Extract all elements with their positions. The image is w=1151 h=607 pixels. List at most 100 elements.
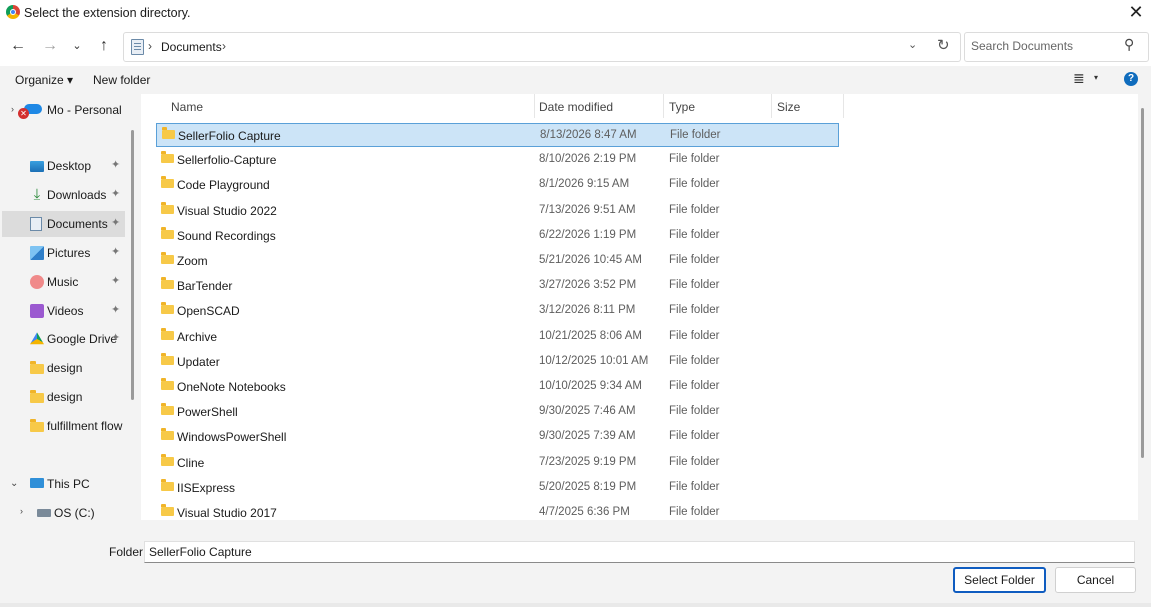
- file-row[interactable]: Sellerfolio-Capture 8/10/2026 2:19 PM File…: [156, 148, 839, 172]
- address-bar[interactable]: › Documents › ⌄ ↻: [123, 32, 961, 62]
- file-date-modified: 9/30/2025 7:46 AM: [539, 405, 636, 418]
- file-name: BarTender: [177, 279, 233, 294]
- window-title: Select the extension directory.: [24, 6, 191, 20]
- file-type: File folder: [669, 405, 720, 418]
- view-dropdown-icon[interactable]: ▾: [1094, 73, 1098, 82]
- column-divider[interactable]: [843, 94, 844, 118]
- folder-icon: [161, 352, 174, 365]
- file-row[interactable]: PowerShell 9/30/2025 7:46 AM File folder: [156, 400, 839, 424]
- column-divider[interactable]: [663, 94, 664, 118]
- sidebar-item-videos[interactable]: Videos ✦: [2, 298, 125, 324]
- sidebar-item-google-drive[interactable]: Google Drive ✦: [2, 326, 125, 352]
- sidebar-item-pictures[interactable]: Pictures ✦: [2, 240, 125, 266]
- sidebar-item-fulfillment-flow[interactable]: fulfillment flow: [2, 413, 125, 439]
- file-date-modified: 7/13/2026 9:51 AM: [539, 203, 636, 216]
- cancel-button[interactable]: Cancel: [1055, 567, 1136, 593]
- column-header-name[interactable]: Name: [171, 100, 203, 114]
- close-button[interactable]: ✕: [1122, 2, 1150, 24]
- column-divider[interactable]: [534, 94, 535, 118]
- sidebar-item-this-pc[interactable]: This PC: [0, 471, 125, 497]
- sidebar-item-desktop[interactable]: Desktop ✦: [2, 153, 125, 179]
- sidebar-item-label: Google Drive: [47, 332, 118, 347]
- sidebar-scrollbar[interactable]: [131, 130, 134, 400]
- file-row[interactable]: Zoom 5/21/2026 10:45 AM File folder: [156, 249, 839, 273]
- breadcrumb-documents[interactable]: Documents: [161, 40, 222, 54]
- file-name: IISExpress: [177, 480, 236, 495]
- pin-icon[interactable]: ✦: [111, 303, 120, 316]
- pictures-icon: [30, 245, 44, 260]
- file-row[interactable]: BarTender 3/27/2026 3:52 PM File folder: [156, 274, 839, 298]
- file-date-modified: 10/10/2025 9:34 AM: [539, 380, 642, 392]
- sidebar-item-onedrive[interactable]: Mo - Personal: [47, 103, 122, 117]
- sidebar-item-label: OS (C:): [54, 506, 95, 520]
- new-folder-button[interactable]: New folder: [93, 73, 150, 87]
- file-row[interactable]: Code Playground 8/1/2026 9:15 AM File fold…: [156, 173, 839, 197]
- up-button[interactable]: ↑: [92, 34, 116, 58]
- file-row[interactable]: OneNote Notebooks 10/10/2025 9:34 AM File …: [156, 375, 839, 399]
- file-row[interactable]: OpenSCAD 3/12/2026 8:11 PM File folder: [156, 299, 839, 323]
- sidebar-item-music[interactable]: Music ✦: [2, 269, 125, 295]
- sidebar-item-os-drive[interactable]: OS (C:): [0, 500, 125, 524]
- sidebar-item-design[interactable]: design: [2, 355, 125, 381]
- file-row[interactable]: SellerFolio Capture 8/13/2026 8:47 AM File…: [156, 123, 839, 147]
- sidebar-item-label: Music: [47, 274, 79, 289]
- pin-icon[interactable]: ✦: [111, 158, 120, 171]
- address-dropdown-icon[interactable]: ⌄: [908, 38, 917, 51]
- file-name: OneNote Notebooks: [177, 380, 286, 394]
- file-row[interactable]: WindowsPowerShell 9/30/2025 7:39 AM File f…: [156, 425, 839, 449]
- pin-icon[interactable]: ✦: [111, 187, 120, 200]
- folder-label: Folder:: [109, 545, 147, 559]
- organize-button[interactable]: Organize ▾: [15, 73, 73, 87]
- select-folder-button[interactable]: Select Folder: [953, 567, 1046, 593]
- chevron-right-icon[interactable]: ›: [148, 39, 152, 53]
- desktop-icon: [30, 161, 44, 172]
- videos-icon: [30, 303, 44, 318]
- sidebar-item-label: Documents: [47, 216, 108, 231]
- search-icon[interactable]: ⚲: [1124, 36, 1134, 53]
- file-row[interactable]: Visual Studio 2017 4/7/2025 6:36 PM File f…: [156, 501, 839, 520]
- file-name: PowerShell: [177, 405, 238, 420]
- back-button[interactable]: ←: [6, 34, 30, 58]
- refresh-icon[interactable]: ↻: [937, 36, 950, 54]
- folder-name-input[interactable]: [144, 541, 1135, 563]
- file-name: Visual Studio 2022: [177, 203, 277, 218]
- recent-locations-button[interactable]: ⌄: [65, 34, 89, 58]
- search-input[interactable]: [971, 33, 1121, 59]
- file-row[interactable]: IISExpress 5/20/2025 8:19 PM File folder: [156, 476, 839, 500]
- sidebar-item-downloads[interactable]: ⤓ Downloads ✦: [2, 182, 125, 208]
- file-date-modified: 6/22/2026 1:19 PM: [539, 228, 637, 241]
- file-type: File folder: [669, 329, 720, 342]
- sidebar-item-label: fulfillment flow: [47, 419, 123, 434]
- file-date-modified: 10/12/2025 10:01 AM: [539, 354, 649, 367]
- file-type: File folder: [669, 153, 720, 166]
- file-row[interactable]: Cline 7/23/2025 9:19 PM File folder: [156, 451, 839, 475]
- file-date-modified: 7/23/2025 9:19 PM: [539, 455, 637, 468]
- help-icon[interactable]: ?: [1124, 72, 1138, 86]
- file-row[interactable]: Sound Recordings 6/22/2026 1:19 PM File fo…: [156, 224, 839, 248]
- file-date-modified: 8/10/2026 2:19 PM: [539, 153, 637, 166]
- pin-icon[interactable]: ✦: [111, 245, 120, 258]
- file-row[interactable]: Updater 10/12/2025 10:01 AM File folder: [156, 350, 839, 374]
- column-divider[interactable]: [771, 94, 772, 118]
- forward-button[interactable]: →: [38, 34, 62, 58]
- folder-icon: [161, 478, 174, 491]
- column-header-date[interactable]: Date modified: [539, 100, 613, 114]
- sidebar-item-documents[interactable]: Documents ✦: [2, 210, 125, 237]
- search-box[interactable]: ⚲: [964, 32, 1149, 62]
- pin-icon[interactable]: ✦: [111, 331, 120, 344]
- file-date-modified: 8/1/2026 9:15 AM: [539, 178, 630, 191]
- chevron-right-icon[interactable]: ›: [222, 39, 226, 53]
- pin-icon[interactable]: ✦: [111, 274, 120, 287]
- expand-chevron-icon[interactable]: ›: [11, 104, 14, 114]
- view-options-icon[interactable]: ≣: [1073, 70, 1085, 87]
- onedrive-icon: ✕: [18, 104, 44, 119]
- column-header-size[interactable]: Size: [777, 100, 800, 114]
- sort-caret-icon: ⌃: [623, 94, 629, 98]
- sidebar-item-design[interactable]: design: [2, 384, 125, 410]
- pin-icon[interactable]: ✦: [111, 216, 120, 229]
- column-header-type[interactable]: Type: [669, 100, 695, 114]
- file-row[interactable]: Visual Studio 2022 7/13/2026 9:51 AM File …: [156, 199, 839, 223]
- file-list-scrollbar[interactable]: [1141, 108, 1144, 458]
- file-date-modified: 9/30/2025 7:39 AM: [539, 430, 636, 443]
- file-row[interactable]: Archive 10/21/2025 8:06 AM File folder: [156, 325, 839, 349]
